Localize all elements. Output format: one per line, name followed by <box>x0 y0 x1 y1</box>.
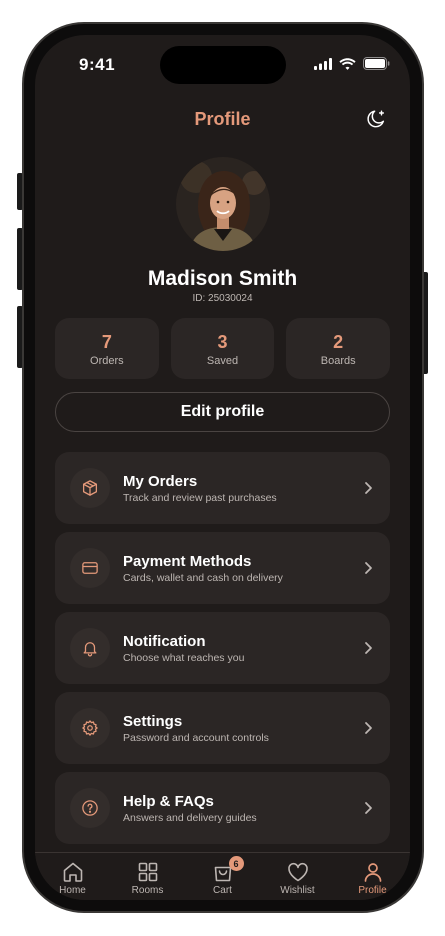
nav-item-home[interactable]: Home <box>35 853 110 900</box>
menu-title: Settings <box>123 712 183 730</box>
menu-text: Help & FAQs Answers and delivery guides <box>123 793 360 824</box>
menu-subtitle: Answers and delivery guides <box>123 811 257 824</box>
stats-row: 7 Orders 3 Saved 2 Boards <box>55 318 391 379</box>
edit-profile-button[interactable]: Edit profile <box>55 392 390 432</box>
menu-text: Payment Methods Cards, wallet and cash o… <box>123 553 360 584</box>
menu-subtitle: Password and account controls <box>123 731 269 744</box>
home-icon <box>63 862 82 882</box>
credit-card-icon <box>82 562 98 574</box>
user-name: Madison Smith <box>147 267 298 290</box>
chevron-right-icon <box>360 560 376 576</box>
nav-label: Profile <box>358 885 387 896</box>
menu-text: My Orders Track and review past purchase… <box>123 473 360 504</box>
stat-orders[interactable]: 7 Orders <box>55 318 159 379</box>
chevron-right-icon <box>360 800 376 816</box>
chevron-right-icon <box>360 640 376 656</box>
nav-label: Rooms <box>131 885 164 896</box>
heart-icon <box>287 862 308 882</box>
menu-subtitle: Choose what reaches you <box>123 651 245 664</box>
stat-label: Saved <box>206 355 239 367</box>
bell-icon <box>83 642 97 657</box>
nav-item-wishlist[interactable]: Wishlist <box>260 853 335 900</box>
stat-saved[interactable]: 3 Saved <box>170 318 275 379</box>
menu-subtitle: Cards, wallet and cash on delivery <box>123 571 283 584</box>
menu-text: Settings Password and account controls <box>123 713 360 744</box>
stat-value: 3 <box>217 332 228 352</box>
menu-item-settings[interactable]: Settings Password and account controls <box>55 692 390 764</box>
menu-item-help-faqs[interactable]: Help & FAQs Answers and delivery guides <box>55 772 390 844</box>
moon-sparkle-icon <box>367 110 385 128</box>
stat-boards[interactable]: 2 Boards <box>286 318 391 379</box>
gear-icon <box>82 720 98 736</box>
menu-icon-wrap <box>70 708 110 748</box>
nav-label: Cart <box>213 885 232 896</box>
avatar-photo <box>176 157 270 251</box>
chevron-right-icon <box>360 720 376 736</box>
user-id: ID: 25030024 <box>192 293 253 304</box>
menu-item-notification[interactable]: Notification Choose what reaches you <box>55 612 390 684</box>
chevron-right-icon <box>360 480 376 496</box>
grid-icon <box>138 862 157 882</box>
box-icon <box>82 480 98 496</box>
menu-icon-wrap <box>70 788 110 828</box>
signal-icon <box>314 57 332 70</box>
stat-value: 7 <box>101 332 112 352</box>
dynamic-island <box>160 46 286 84</box>
menu-icon-wrap <box>70 628 110 668</box>
user-icon <box>364 863 381 882</box>
avatar[interactable] <box>176 157 270 251</box>
stat-label: Orders <box>90 355 124 367</box>
app-screen: 9:41 Profile Madison Smith ID: 25030024 … <box>35 35 410 900</box>
nav-item-rooms[interactable]: Rooms <box>110 853 185 900</box>
menu-title: Help & FAQs <box>123 792 214 810</box>
theme-toggle-button[interactable] <box>364 107 388 131</box>
menu-title: Notification <box>123 632 206 650</box>
menu-text: Notification Choose what reaches you <box>123 633 360 664</box>
menu-title: My Orders <box>123 472 198 490</box>
cart-badge: 6 <box>228 856 244 871</box>
nav-item-profile[interactable]: Profile <box>335 853 410 900</box>
menu-title: Payment Methods <box>123 552 252 570</box>
menu-item-payment-methods[interactable]: Payment Methods Cards, wallet and cash o… <box>55 532 390 604</box>
stat-label: Boards <box>320 355 356 367</box>
wifi-icon <box>339 57 356 70</box>
menu-item-my-orders[interactable]: My Orders Track and review past purchase… <box>55 452 390 524</box>
page-title: Profile <box>194 109 251 129</box>
profile-menu: My Orders Track and review past purchase… <box>55 452 390 852</box>
bottom-nav: Home Rooms 6 Cart Wishlist Profile <box>35 852 410 900</box>
nav-item-cart[interactable]: 6 Cart <box>185 853 260 900</box>
status-icons <box>314 57 390 70</box>
nav-label: Wishlist <box>280 885 315 896</box>
question-icon <box>82 800 98 816</box>
menu-subtitle: Track and review past purchases <box>123 491 277 504</box>
nav-label: Home <box>59 885 86 896</box>
stat-value: 2 <box>333 332 344 352</box>
status-time: 9:41 <box>79 55 116 74</box>
menu-icon-wrap <box>70 468 110 508</box>
battery-icon <box>363 57 390 70</box>
menu-icon-wrap <box>70 548 110 588</box>
